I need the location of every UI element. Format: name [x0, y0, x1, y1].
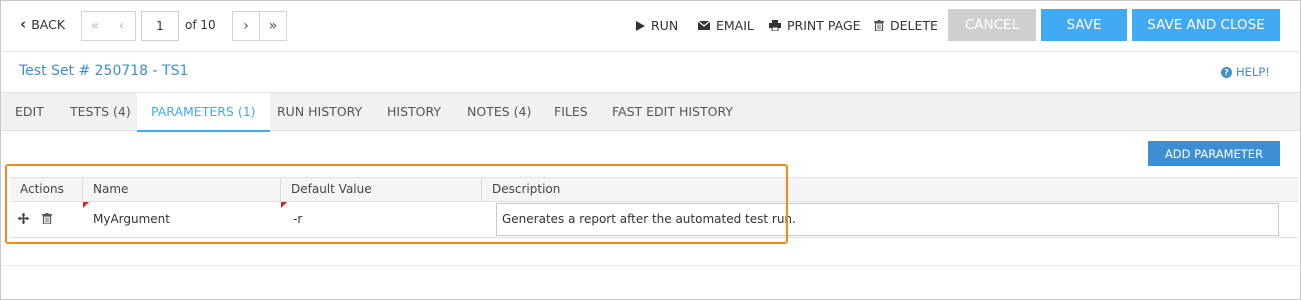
- column-header-actions: Actions: [10, 178, 83, 201]
- tab-history[interactable]: HISTORY: [373, 93, 455, 131]
- back-button[interactable]: ‹ BACK: [20, 15, 66, 33]
- page-title: Test Set # 250718 - TS1: [19, 63, 189, 79]
- run-button[interactable]: RUN: [636, 18, 678, 33]
- column-header-description[interactable]: Description: [482, 178, 788, 201]
- question-circle-icon: ?: [1221, 66, 1232, 78]
- tab-tests[interactable]: TESTS (4): [56, 93, 145, 131]
- tab-parameters[interactable]: PARAMETERS (1): [137, 93, 270, 132]
- chevron-left-icon: ‹: [20, 15, 27, 33]
- help-link[interactable]: ? HELP!: [1221, 65, 1270, 79]
- toolbar: ‹ BACK « ‹ 1 of 10 › » RUN EMAIL PRINT P…: [0, 0, 1301, 52]
- tab-notes[interactable]: NOTES (4): [453, 93, 545, 131]
- parameter-name-cell[interactable]: MyArgument: [93, 202, 170, 237]
- back-label: BACK: [31, 17, 66, 32]
- delete-label: DELETE: [890, 18, 938, 33]
- next-page-button[interactable]: ›: [232, 11, 260, 41]
- email-button[interactable]: EMAIL: [698, 18, 754, 33]
- column-header-name[interactable]: Name: [83, 178, 281, 201]
- column-header-default-value[interactable]: Default Value: [281, 178, 482, 201]
- cancel-button[interactable]: CANCEL: [948, 9, 1036, 41]
- envelope-icon: [698, 21, 710, 30]
- divider: [1, 265, 1300, 266]
- parameters-grid-header: Actions Name Default Value Description: [10, 177, 1298, 202]
- double-chevron-right-icon: »: [268, 18, 278, 34]
- save-button[interactable]: SAVE: [1041, 9, 1127, 41]
- last-page-button[interactable]: »: [259, 11, 287, 41]
- save-and-close-button[interactable]: SAVE AND CLOSE: [1132, 9, 1280, 41]
- table-row: MyArgument -r Generates a report after t…: [10, 202, 1298, 238]
- double-chevron-left-icon: «: [90, 18, 100, 34]
- parameter-default-value-cell[interactable]: -r: [293, 202, 302, 237]
- trash-icon[interactable]: [42, 213, 52, 227]
- email-label: EMAIL: [716, 18, 754, 33]
- page-number-input[interactable]: 1: [141, 11, 179, 41]
- tab-fast-edit-history[interactable]: FAST EDIT HISTORY: [598, 93, 747, 131]
- required-marker-default-value: [281, 202, 287, 208]
- parameter-description-input[interactable]: Generates a report after the automated t…: [496, 203, 1279, 236]
- add-parameter-button[interactable]: ADD PARAMETER: [1148, 141, 1280, 166]
- print-page-button[interactable]: PRINT PAGE: [769, 18, 861, 33]
- first-page-button[interactable]: «: [81, 11, 109, 41]
- previous-page-button[interactable]: ‹: [108, 11, 136, 41]
- print-page-label: PRINT PAGE: [787, 18, 861, 33]
- run-label: RUN: [651, 18, 679, 33]
- trash-icon: [874, 20, 884, 31]
- chevron-right-icon: ›: [243, 18, 249, 34]
- tab-edit[interactable]: EDIT: [1, 93, 58, 131]
- move-arrows-icon[interactable]: [18, 213, 29, 227]
- tab-run-history[interactable]: RUN HISTORY: [263, 93, 376, 131]
- chevron-left-icon: ‹: [118, 18, 125, 34]
- tab-bar: EDIT TESTS (4) PARAMETERS (1) RUN HISTOR…: [1, 92, 1300, 132]
- required-marker-name: [83, 202, 89, 208]
- printer-icon: [769, 20, 781, 31]
- help-label: HELP!: [1236, 65, 1270, 79]
- tab-files[interactable]: FILES: [540, 93, 602, 131]
- delete-button[interactable]: DELETE: [874, 18, 938, 33]
- play-icon: [636, 20, 645, 31]
- page-count-label: of 10: [185, 18, 216, 32]
